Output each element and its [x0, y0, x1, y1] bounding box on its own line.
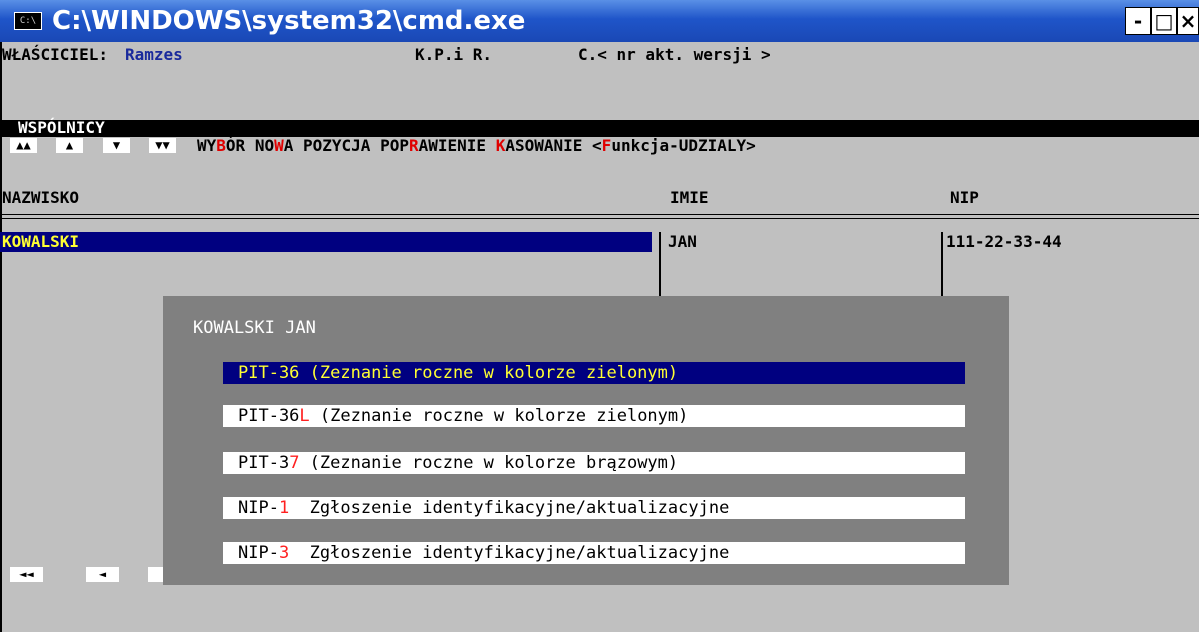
nav-first-button[interactable]: ▲▲	[10, 138, 37, 153]
window-titlebar[interactable]: C:\ C:\WINDOWS\system32\cmd.exe - □ ×	[0, 0, 1199, 42]
cmd-icon: C:\	[14, 12, 42, 30]
maximize-button[interactable]: □	[1151, 7, 1177, 35]
close-button[interactable]: ×	[1177, 7, 1199, 35]
option-pit-36[interactable]: PIT-36 (Zeznanie roczne w kolorze zielon…	[223, 362, 965, 384]
nav-last-button[interactable]: ▼▼	[149, 138, 176, 153]
row-imie[interactable]: JAN	[668, 232, 697, 251]
column-header-nazwisko: NAZWISKO	[2, 188, 80, 207]
version-label: C.< nr akt. wersji >	[578, 45, 771, 64]
command-menu: WYBÓR NOWA POZYCJA POPRAWIENIE KASOWANIE…	[197, 136, 756, 155]
option-nip-1[interactable]: NIP-1 Zgłoszenie identyfikacyjne/aktuali…	[223, 497, 965, 519]
option-pit-36l[interactable]: PIT-36L (Zeznanie roczne w kolorze zielo…	[223, 405, 965, 427]
column-header-imie: IMIE	[670, 188, 709, 207]
option-nip-3[interactable]: NIP-3 Zgłoszenie identyfikacyjne/aktuali…	[223, 542, 965, 564]
bottom-nav-first-button[interactable]: ◄◄	[10, 567, 43, 582]
header-divider-bottom	[0, 218, 1199, 219]
bottom-nav-prev-button[interactable]: ◄	[86, 567, 119, 582]
section-bar: WSPÓLNICY	[0, 118, 1199, 137]
popup-title: KOWALSKI JAN	[193, 318, 316, 338]
column-header-nip: NIP	[950, 188, 979, 207]
window-title: C:\WINDOWS\system32\cmd.exe	[52, 6, 526, 36]
menu-kasowanie[interactable]: KASOWANIE	[496, 136, 583, 155]
menu-wybor[interactable]: WYBÓR	[197, 136, 245, 155]
bottom-nav-partial-button[interactable]	[148, 567, 163, 582]
menu-nowa-pozycja[interactable]: NOWA POZYCJA	[255, 136, 371, 155]
kpir-label: K.P.i R.	[415, 45, 493, 64]
header-divider-top	[0, 214, 1199, 215]
row-nazwisko[interactable]: KOWALSKI	[2, 232, 79, 251]
row-nip[interactable]: 111-22-33-44	[946, 232, 1062, 251]
owner-name: Ramzes	[125, 45, 183, 64]
nav-prev-button[interactable]: ▲	[56, 138, 83, 153]
column-divider-nip	[941, 232, 943, 298]
column-divider-imie	[659, 232, 661, 298]
option-pit-37[interactable]: PIT-37 (Zeznanie roczne w kolorze brązow…	[223, 452, 965, 474]
form-selection-popup: KOWALSKI JAN PIT-36 (Zeznanie roczne w k…	[163, 296, 1009, 585]
selected-row-highlight[interactable]	[0, 232, 652, 252]
owner-label: WŁAŚCICIEL:	[2, 45, 108, 64]
menu-poprawienie[interactable]: POPRAWIENIE	[380, 136, 486, 155]
nav-next-button[interactable]: ▼	[103, 138, 130, 153]
menu-funkcja-udzialy[interactable]: <Funkcja-UDZIALY>	[592, 136, 756, 155]
minimize-button[interactable]: -	[1125, 7, 1151, 35]
section-title: WSPÓLNICY	[18, 118, 105, 137]
